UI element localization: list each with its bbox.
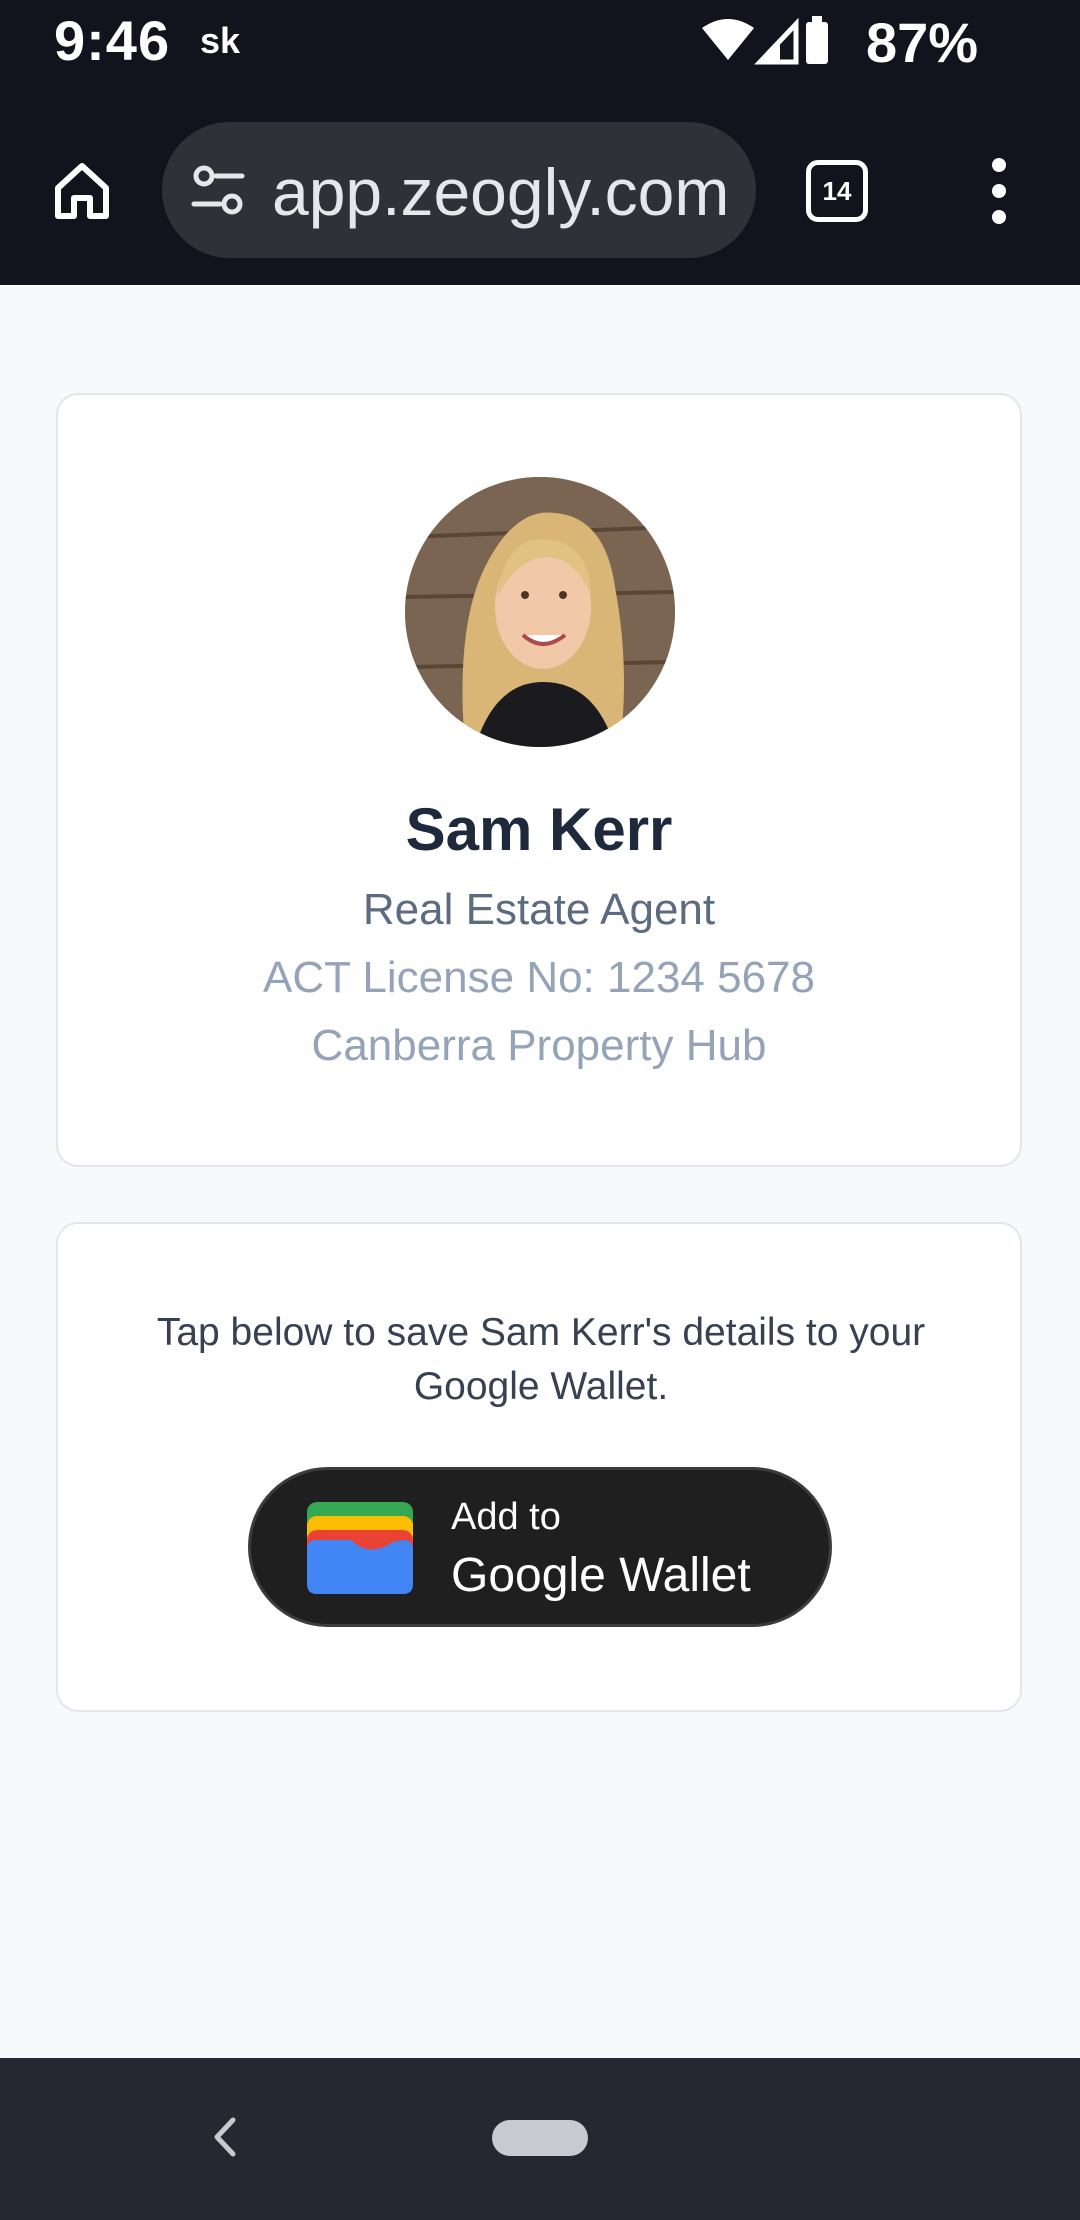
profile-company: Canberra Property Hub [311,1021,767,1070]
url-text[interactable]: app.zeogly.com [272,152,742,232]
profile-photo [405,477,675,747]
tabs-icon[interactable]: 14 [806,160,868,222]
tab-count: 14 [806,160,868,222]
status-time: 9:46 [54,9,171,72]
wallet-button-line2: Google Wallet [451,1549,751,1602]
profile-license: ACT License No: 1234 5678 [263,953,815,1002]
status-bar: 9:46 sk 87% [0,0,1080,90]
site-settings-icon[interactable] [190,164,246,216]
home-pill[interactable] [492,2120,588,2156]
status-carrier: sk [200,20,241,61]
profile-role: Real Estate Agent [362,885,716,934]
wallet-prompt: Tap below to save Sam Kerr's details to … [156,1311,926,1408]
battery-percent: 87% [866,11,979,74]
profile-card: Sam Kerr Real Estate Agent ACT License N… [56,393,1022,1167]
browser-chrome: 9:46 sk 87% app.zeogly.com 14 [0,0,1080,285]
wallet-card: Tap below to save Sam Kerr's details to … [56,1222,1022,1712]
address-bar[interactable]: app.zeogly.com [162,122,756,258]
avatar [405,477,675,747]
wallet-button-line1: Add to [451,1496,561,1538]
status-icons [702,16,828,65]
google-wallet-icon [307,1502,413,1594]
home-icon[interactable] [50,158,114,222]
add-to-google-wallet-button[interactable]: Add to Google Wallet [248,1467,832,1627]
more-vert-icon[interactable] [980,158,1020,224]
browser-toolbar: app.zeogly.com 14 [0,120,1080,260]
battery-icon [806,16,828,64]
system-nav-bar [0,2058,1080,2220]
profile-name: Sam Kerr [405,796,673,863]
back-icon[interactable] [205,2112,245,2162]
wifi-icon [702,19,754,60]
